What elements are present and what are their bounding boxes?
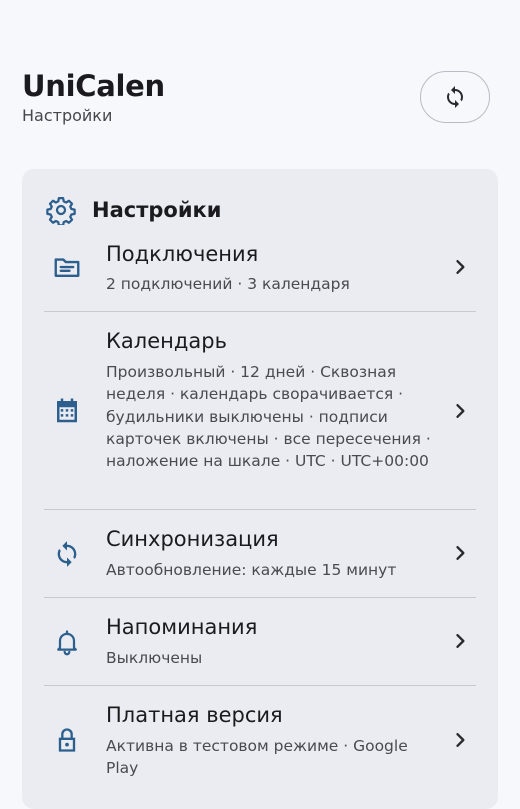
chevron-right-icon: [456, 546, 465, 560]
settings-item-calendar[interactable]: Календарь Произвольный · 12 дней · Сквоз…: [22, 326, 498, 509]
settings-item-subtitle: Произвольный · 12 дней · Сквозная неделя…: [106, 363, 431, 471]
page-subtitle: Настройки: [22, 106, 113, 125]
lock-icon: [52, 725, 82, 755]
settings-item-connections[interactable]: Подключения 2 подключений · 3 календаря: [22, 238, 498, 311]
sync-button[interactable]: [420, 71, 490, 123]
divider: [44, 509, 476, 510]
chevron-right-icon: [456, 260, 465, 274]
settings-item-title: Календарь: [106, 329, 227, 353]
sync-icon: [447, 86, 463, 108]
chevron-right-icon: [456, 733, 465, 747]
settings-item-title: Напоминания: [106, 615, 258, 639]
settings-title: Настройки: [92, 198, 222, 222]
settings-item-title: Платная версия: [106, 703, 283, 727]
settings-item-subtitle: 2 подключений · 3 календаря: [106, 275, 350, 293]
settings-item-subtitle: Активна в тестовом режиме · Google Play: [106, 737, 408, 778]
chevron-right-icon: [456, 404, 465, 418]
settings-item-premium[interactable]: Платная версия Активна в тестовом режиме…: [22, 700, 498, 795]
settings-item-title: Синхронизация: [106, 527, 279, 551]
settings-card: Настройки Подключения 2 подключений · 3 …: [22, 169, 498, 809]
calendar-icon: [52, 396, 82, 426]
chevron-right-icon: [456, 634, 465, 648]
app-title: UniCalen: [22, 69, 165, 103]
settings-item-subtitle: Автообновление: каждые 15 минут: [106, 561, 397, 579]
gear-icon: [46, 197, 76, 225]
settings-header: Настройки: [46, 195, 222, 225]
app-header: UniCalen Настройки: [22, 68, 165, 125]
bell-icon: [52, 627, 82, 657]
divider: [44, 685, 476, 686]
settings-item-subtitle: Выключены: [106, 649, 203, 667]
folder-icon: [52, 252, 82, 282]
settings-item-title: Подключения: [106, 242, 259, 266]
settings-item-sync[interactable]: Синхронизация Автообновление: каждые 15 …: [22, 524, 498, 597]
sync-icon: [52, 539, 82, 569]
divider: [44, 597, 476, 598]
divider: [44, 311, 476, 312]
settings-item-reminders[interactable]: Напоминания Выключены: [22, 612, 498, 685]
